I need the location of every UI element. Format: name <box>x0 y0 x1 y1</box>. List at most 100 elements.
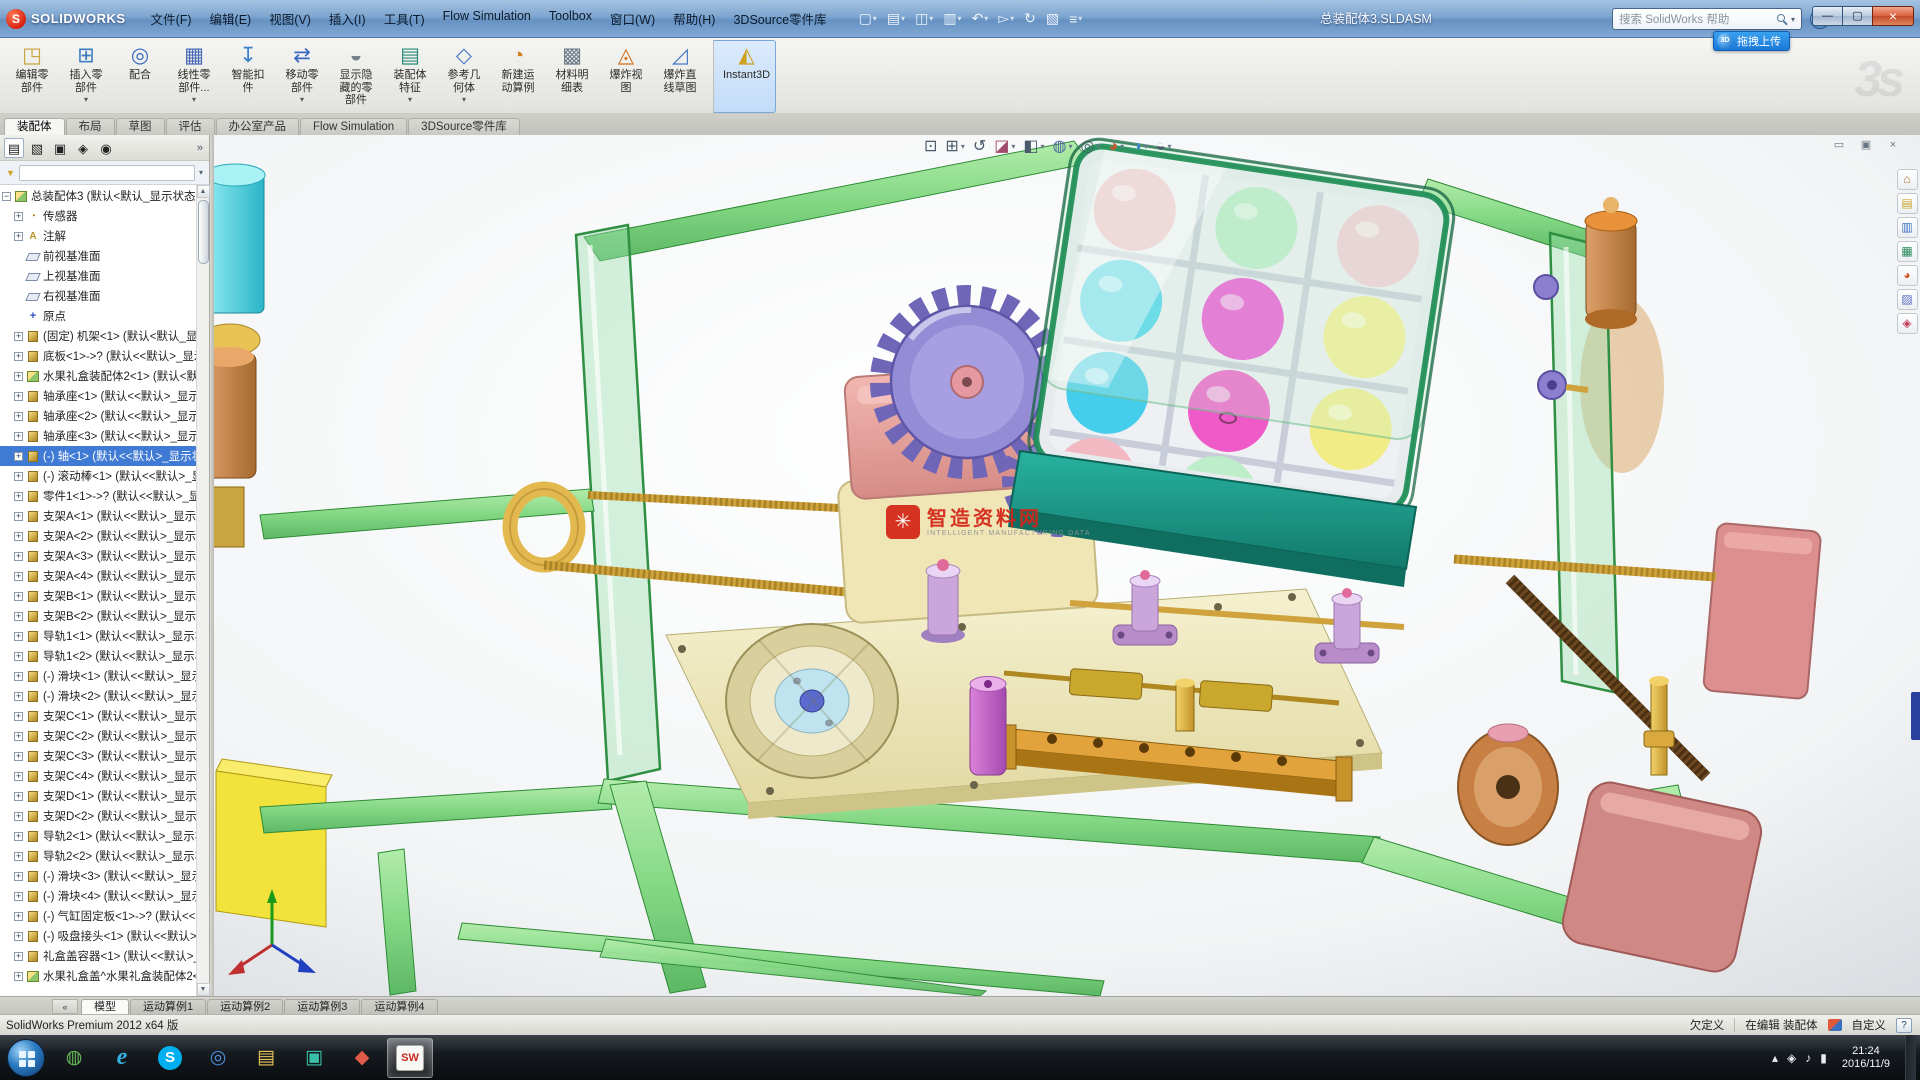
feature-tree-item[interactable]: 支架B<2> (默认<<默认>_显示状态 1>) <box>0 606 196 626</box>
expand-toggle-icon[interactable] <box>14 452 23 461</box>
tray-icon-tray-power[interactable]: ▮ <box>1820 1051 1827 1065</box>
feature-tree-item[interactable]: 支架C<1> (默认<<默认>_显示状态 1>) <box>0 706 196 726</box>
quick-tool-button-print[interactable]: ▥▾ <box>940 9 964 28</box>
show-desktop-button[interactable] <box>1905 1035 1916 1080</box>
ribbon-button[interactable]: ◿ 爆炸直 线草图 ▾ <box>654 40 706 113</box>
panel-tab-icon-propertymanager[interactable]: ▧ <box>27 138 47 158</box>
tray-icon-tray-expand[interactable]: ▴ <box>1772 1051 1778 1065</box>
feature-tree-item[interactable]: (-) 吸盘接头<1> (默认<<默认>_显示状态 1>) <box>0 926 196 946</box>
feature-tree-item[interactable]: (-) 滑块<1> (默认<<默认>_显示状态 1>) <box>0 666 196 686</box>
feature-tree-item[interactable]: (-) 滑块<3> (默认<<默认>_显示状态 1>) <box>0 866 196 886</box>
search-caret-icon[interactable]: ▾ <box>1791 15 1795 24</box>
feature-tree-item[interactable]: 导轨2<1> (默认<<默认>_显示状态 1>) <box>0 826 196 846</box>
feature-tree-item[interactable]: 轴承座<3> (默认<<默认>_显示状态 1>) <box>0 426 196 446</box>
search-box[interactable]: 搜索 SolidWorks 帮助 ▾ <box>1612 8 1802 30</box>
ribbon-tab[interactable]: 装配体 <box>4 118 65 135</box>
feature-tree-item[interactable]: 支架A<3> (默认<<默认>_显示状态 1>) <box>0 546 196 566</box>
quick-tool-button-select[interactable]: ▻▾ <box>995 9 1017 28</box>
scroll-down-icon[interactable]: ▼ <box>197 983 210 996</box>
tray-icon-tray-volume[interactable]: ♪ <box>1805 1051 1811 1065</box>
taskbar-app-icon-app-green[interactable]: ◍ <box>51 1038 97 1078</box>
quick-tool-button-new-document[interactable]: ▢▾ <box>856 9 880 28</box>
doc-window-button-doc-restore[interactable]: ▣ <box>1855 137 1877 153</box>
menu-item[interactable]: 文件(F) <box>142 6 201 31</box>
expand-toggle-icon[interactable] <box>14 232 23 241</box>
task-pane-tab-icon-file-explorer[interactable]: ▥ <box>1897 217 1918 238</box>
task-pane-tab-icon-design-library[interactable]: ▤ <box>1897 193 1918 214</box>
expand-toggle-icon[interactable] <box>14 812 23 821</box>
ribbon-tab[interactable]: 评估 <box>166 118 215 135</box>
task-pane-tab-icon-solidworks-resources[interactable]: ⌂ <box>1897 169 1918 190</box>
tab-nav-button[interactable]: « <box>52 999 78 1014</box>
expand-toggle-icon[interactable] <box>14 752 23 761</box>
quick-tool-button-save[interactable]: ◫▾ <box>912 9 936 28</box>
ribbon-button[interactable]: ▤ 装配体 特征 ▾ <box>384 40 436 113</box>
feature-tree-item[interactable]: 导轨1<1> (默认<<默认>_显示状态 1>) <box>0 626 196 646</box>
panel-tab-icon-configurationmanager[interactable]: ▣ <box>50 138 70 158</box>
model-tab[interactable]: 模型 <box>81 999 129 1014</box>
menu-item[interactable]: 帮助(H) <box>664 6 724 31</box>
expand-toggle-icon[interactable] <box>14 492 23 501</box>
taskbar-app-icon-internet-explorer[interactable]: e <box>99 1038 145 1078</box>
view-tool-icon-display-style[interactable]: ◍▾ <box>1053 137 1073 157</box>
view-tool-icon-apply-scene[interactable]: ◑▾ <box>1132 137 1148 157</box>
model-tab[interactable]: 运动算例3 <box>284 999 360 1014</box>
tray-icon-tray-network[interactable]: ◈ <box>1787 1051 1796 1065</box>
view-tool-icon-zoom-fit[interactable]: ⊡▾ <box>924 137 937 157</box>
ribbon-button[interactable]: ▦ 线性零 部件... ▾ <box>168 40 220 113</box>
scroll-up-icon[interactable]: ▲ <box>197 185 210 198</box>
feature-tree-item[interactable]: 支架B<1> (默认<<默认>_显示状态 1>) <box>0 586 196 606</box>
expand-toggle-icon[interactable] <box>14 652 23 661</box>
task-pane-tab-icon-document-recovery[interactable]: ◈ <box>1897 313 1918 334</box>
view-tool-icon-previous-view[interactable]: ↺▾ <box>973 137 986 157</box>
expand-toggle-icon[interactable] <box>14 972 23 981</box>
expand-toggle-icon[interactable] <box>14 692 23 701</box>
expand-toggle-icon[interactable] <box>14 592 23 601</box>
panel-tab-icon-dimxpertmanager[interactable]: ◈ <box>73 138 93 158</box>
ribbon-tab[interactable]: 3DSource零件库 <box>408 118 520 135</box>
expand-toggle-icon[interactable] <box>2 192 11 201</box>
expand-toggle-icon[interactable] <box>14 852 23 861</box>
model-tab[interactable]: 运动算例2 <box>207 999 283 1014</box>
feature-tree-item[interactable]: 原点 <box>0 306 196 326</box>
start-button[interactable] <box>7 1039 45 1077</box>
feature-tree-item[interactable]: 总装配体3 (默认<默认_显示状态 1>) <box>0 186 196 206</box>
feature-tree-item[interactable]: (-) 滑块<4> (默认<<默认>_显示状态 1>) <box>0 886 196 906</box>
expand-toggle-icon[interactable] <box>14 912 23 921</box>
expand-toggle-icon[interactable] <box>14 332 23 341</box>
expand-toggle-icon[interactable] <box>14 512 23 521</box>
feature-tree-item[interactable]: 支架A<1> (默认<<默认>_显示状态 1>) <box>0 506 196 526</box>
expand-toggle-icon[interactable] <box>14 872 23 881</box>
model-tab[interactable]: 运动算例4 <box>361 999 437 1014</box>
filter-caret-icon[interactable]: ▾ <box>199 168 203 177</box>
ribbon-button[interactable]: ↧ 智能扣 件 ▾ <box>222 40 274 113</box>
menu-item[interactable]: 3DSource零件库 <box>724 6 835 31</box>
close-button[interactable]: × <box>1872 6 1914 26</box>
expand-toggle-icon[interactable] <box>14 412 23 421</box>
filter-input[interactable] <box>19 165 195 181</box>
panel-tab-icon-featuremanager[interactable]: ▤ <box>4 138 24 158</box>
view-tool-icon-view-settings[interactable]: ◒▾ <box>1156 137 1172 157</box>
ribbon-tab[interactable]: 草图 <box>116 118 165 135</box>
ribbon-tab[interactable]: 布局 <box>66 118 115 135</box>
expand-toggle-icon[interactable] <box>14 372 23 381</box>
expand-toggle-icon[interactable] <box>14 612 23 621</box>
quick-tool-button-rebuild[interactable]: ↻▾ <box>1021 9 1039 28</box>
task-pane-tab-icon-appearances[interactable]: ◕ <box>1897 265 1918 286</box>
taskbar-app-icon-solidworks[interactable]: SW <box>387 1038 433 1078</box>
menu-item[interactable]: Flow Simulation <box>434 6 540 31</box>
status-help-toggle[interactable]: ? <box>1896 1018 1912 1033</box>
doc-window-button-doc-minimize[interactable]: ▭ <box>1828 137 1850 153</box>
expand-toggle-icon[interactable] <box>14 432 23 441</box>
ribbon-button[interactable]: ◇ 参考几 何体 ▾ <box>438 40 490 113</box>
expand-toggle-icon[interactable] <box>14 792 23 801</box>
menu-item[interactable]: 视图(V) <box>260 6 320 31</box>
expand-toggle-icon[interactable] <box>14 532 23 541</box>
taskbar-app-icon-app-teal[interactable]: ▣ <box>291 1038 337 1078</box>
search-icon[interactable] <box>1777 14 1785 22</box>
status-custom[interactable]: 自定义 <box>1852 1017 1887 1033</box>
expand-toggle-icon[interactable] <box>14 572 23 581</box>
quick-tool-button-undo[interactable]: ↶▾ <box>969 9 992 28</box>
quick-tool-button-options[interactable]: ≡▾ <box>1066 10 1085 28</box>
expand-toggle-icon[interactable] <box>14 712 23 721</box>
